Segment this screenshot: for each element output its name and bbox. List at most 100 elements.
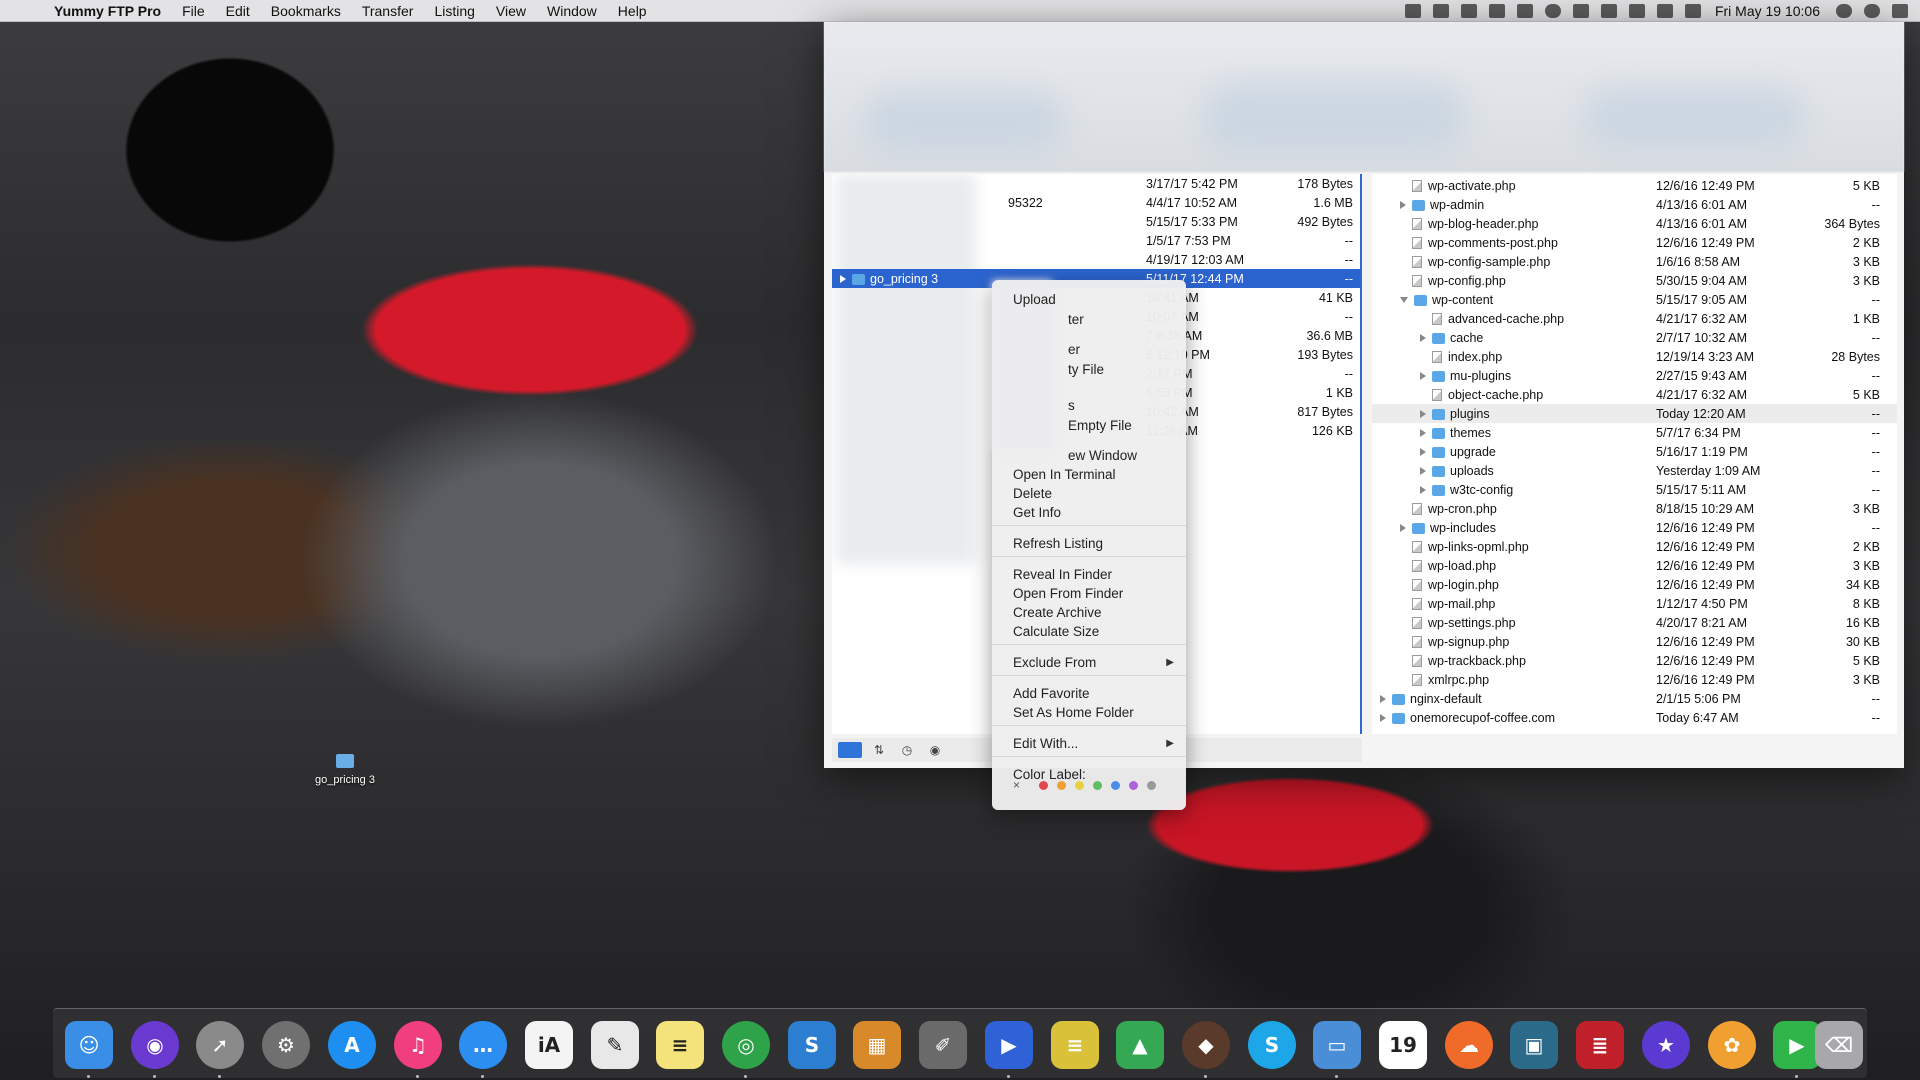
- menu-item-exclude-from[interactable]: Exclude From: [1013, 655, 1096, 670]
- menu-item-delete[interactable]: Delete: [1013, 486, 1052, 501]
- menu-list-icon[interactable]: [1516, 4, 1533, 18]
- menu-item-upload[interactable]: Upload: [1013, 292, 1056, 307]
- menu-bookmarks[interactable]: Bookmarks: [271, 3, 341, 19]
- disclosure-triangle-icon[interactable]: [1420, 372, 1426, 381]
- table-row[interactable]: 3/17/17 5:42 PM 178 Bytes: [832, 174, 1360, 193]
- local-view-toggle[interactable]: [838, 742, 862, 758]
- siri-icon[interactable]: ◉: [131, 1021, 179, 1069]
- disclosure-triangle-icon[interactable]: [1420, 448, 1426, 457]
- calendar-icon[interactable]: 19: [1379, 1021, 1427, 1069]
- menu-transfer[interactable]: Transfer: [362, 3, 414, 19]
- menu-item-refresh-listing[interactable]: Refresh Listing: [1013, 536, 1103, 551]
- transmit-icon[interactable]: ☁: [1445, 1021, 1493, 1069]
- table-row[interactable]: 1/5/17 7:53 PM --: [832, 231, 1360, 250]
- table-row[interactable]: wp-comments-post.php 12/6/16 12:49 PM 2 KB: [1372, 233, 1897, 252]
- table-row[interactable]: wp-links-opml.php 12/6/16 12:49 PM 2 KB: [1372, 537, 1897, 556]
- disclosure-triangle-icon[interactable]: [1420, 467, 1426, 476]
- table-row[interactable]: wp-config-sample.php 1/6/16 8:58 AM 3 KB: [1372, 252, 1897, 271]
- table-row[interactable]: wp-signup.php 12/6/16 12:49 PM 30 KB: [1372, 632, 1897, 651]
- launchpad-icon[interactable]: ➚: [196, 1021, 244, 1069]
- disclosure-triangle-icon[interactable]: [1400, 297, 1408, 304]
- menu-item-edit-with[interactable]: Edit With...: [1013, 736, 1078, 751]
- table-row[interactable]: plugins Today 12:20 AM --: [1372, 404, 1897, 423]
- menu-item-ew-window[interactable]: ew Window: [1068, 448, 1137, 463]
- menu-listing[interactable]: Listing: [434, 3, 474, 19]
- menu-item-ty-file[interactable]: ty File: [1068, 362, 1104, 377]
- wifi-icon[interactable]: [1600, 4, 1617, 18]
- table-row[interactable]: wp-mail.php 1/12/17 4:50 PM 8 KB: [1372, 594, 1897, 613]
- table-row[interactable]: 95322 4/4/17 10:52 AM 1.6 MB: [832, 193, 1360, 212]
- table-row[interactable]: uploads Yesterday 1:09 AM --: [1372, 461, 1897, 480]
- menu-item-add-favorite[interactable]: Add Favorite: [1013, 686, 1090, 701]
- color-dot[interactable]: [1093, 781, 1102, 790]
- menu-file[interactable]: File: [182, 3, 205, 19]
- couchpotato-icon[interactable]: ≣: [1576, 1021, 1624, 1069]
- app-status-icon[interactable]: [1460, 4, 1477, 18]
- sync-icon[interactable]: ⇅: [868, 742, 890, 758]
- notes-icon[interactable]: ≡: [656, 1021, 704, 1069]
- table-row[interactable]: cache 2/7/17 10:32 AM --: [1372, 328, 1897, 347]
- notification-center-icon[interactable]: [1892, 4, 1908, 18]
- time-machine-icon[interactable]: [1544, 4, 1561, 18]
- menu-item-reveal-in-finder[interactable]: Reveal In Finder: [1013, 567, 1112, 582]
- screen-record-icon[interactable]: [1404, 4, 1421, 18]
- ia-writer-icon[interactable]: iA: [525, 1021, 573, 1069]
- gimp-icon[interactable]: ✐: [919, 1021, 967, 1069]
- table-row[interactable]: object-cache.php 4/21/17 6:32 AM 5 KB: [1372, 385, 1897, 404]
- table-row[interactable]: wp-load.php 12/6/16 12:49 PM 3 KB: [1372, 556, 1897, 575]
- menu-item-open-in-terminal[interactable]: Open In Terminal: [1013, 467, 1116, 482]
- table-row[interactable]: wp-cron.php 8/18/15 10:29 AM 3 KB: [1372, 499, 1897, 518]
- menu-item-calculate-size[interactable]: Calculate Size: [1013, 624, 1099, 639]
- table-row[interactable]: wp-settings.php 4/20/17 8:21 AM 16 KB: [1372, 613, 1897, 632]
- remote-file-list[interactable]: wp-activate.php 12/6/16 12:49 PM 5 KB wp-ad…: [1372, 174, 1897, 734]
- color-dot[interactable]: [1111, 781, 1120, 790]
- itunes-icon[interactable]: ♫: [394, 1021, 442, 1069]
- disclosure-triangle-icon[interactable]: [1420, 410, 1426, 419]
- facetime-icon[interactable]: ▶: [1773, 1021, 1821, 1069]
- disclosure-triangle-icon[interactable]: [1380, 695, 1386, 704]
- disclosure-triangle-icon[interactable]: [1420, 334, 1426, 343]
- imovie-icon[interactable]: ★: [1642, 1021, 1690, 1069]
- menu-item-color-label[interactable]: Color Label:: [1013, 767, 1086, 782]
- yummy-ftp-icon[interactable]: ◆: [1182, 1021, 1230, 1069]
- menu-app-name[interactable]: Yummy FTP Pro: [54, 3, 161, 19]
- table-row[interactable]: mu-plugins 2/27/15 9:43 AM --: [1372, 366, 1897, 385]
- table-row[interactable]: nginx-default 2/1/15 5:06 PM --: [1372, 689, 1897, 708]
- preview-icon[interactable]: ▦: [853, 1021, 901, 1069]
- color-dot[interactable]: [1129, 781, 1138, 790]
- history-icon[interactable]: ◷: [896, 742, 918, 758]
- table-row[interactable]: index.php 12/19/14 3:23 AM 28 Bytes: [1372, 347, 1897, 366]
- table-row[interactable]: wp-blog-header.php 4/13/16 6:01 AM 364 Byt…: [1372, 214, 1897, 233]
- table-row[interactable]: advanced-cache.php 4/21/17 6:32 AM 1 KB: [1372, 309, 1897, 328]
- textedit-icon[interactable]: ✎: [591, 1021, 639, 1069]
- photo-app-icon[interactable]: ▣: [1510, 1021, 1558, 1069]
- menu-item-get-info[interactable]: Get Info: [1013, 505, 1061, 520]
- color-dot[interactable]: [1039, 781, 1048, 790]
- desktop-folder[interactable]: go_pricing 3: [300, 754, 390, 786]
- table-row[interactable]: 4/19/17 12:03 AM --: [832, 250, 1360, 269]
- bluetooth-icon[interactable]: [1572, 4, 1589, 18]
- menu-item-ter[interactable]: ter: [1068, 312, 1084, 327]
- menu-item-open-from-finder[interactable]: Open From Finder: [1013, 586, 1123, 601]
- table-row[interactable]: 5/15/17 5:33 PM 492 Bytes: [832, 212, 1360, 231]
- menu-item-empty-file[interactable]: Empty File: [1068, 418, 1132, 433]
- claquette-icon[interactable]: ▶: [985, 1021, 1033, 1069]
- finder-icon[interactable]: ☺: [65, 1021, 113, 1069]
- menu-item-create-archive[interactable]: Create Archive: [1013, 605, 1102, 620]
- disclosure-triangle-icon[interactable]: [1380, 714, 1386, 723]
- dropbox-icon[interactable]: [1432, 4, 1449, 18]
- flag-icon[interactable]: [1684, 4, 1701, 18]
- screenshot-app-icon[interactable]: ▭: [1313, 1021, 1361, 1069]
- scrivener-icon[interactable]: S: [788, 1021, 836, 1069]
- drive-icon[interactable]: [1488, 4, 1505, 18]
- trash-icon[interactable]: ⌫: [1815, 1021, 1863, 1069]
- google-drive-icon[interactable]: ▲: [1116, 1021, 1164, 1069]
- menu-help[interactable]: Help: [618, 3, 647, 19]
- table-row[interactable]: w3tc-config 5/15/17 5:11 AM --: [1372, 480, 1897, 499]
- disclosure-triangle-icon[interactable]: [840, 275, 846, 284]
- table-row[interactable]: wp-admin 4/13/16 6:01 AM --: [1372, 195, 1897, 214]
- volume-icon[interactable]: [1656, 4, 1673, 18]
- system-preferences-icon[interactable]: ⚙: [262, 1021, 310, 1069]
- tape-measure-icon[interactable]: ≡: [1051, 1021, 1099, 1069]
- table-row[interactable]: themes 5/7/17 6:34 PM --: [1372, 423, 1897, 442]
